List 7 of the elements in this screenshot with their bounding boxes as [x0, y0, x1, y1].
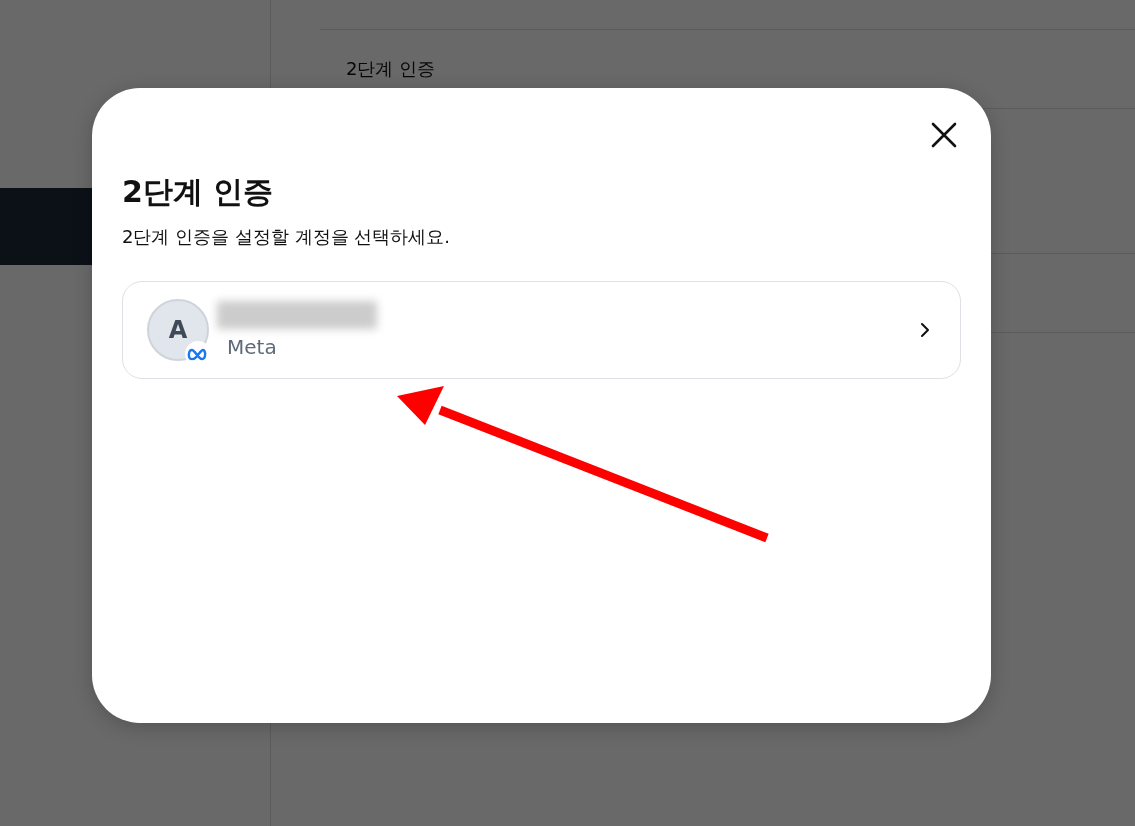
- dialog-title: 2단계 인증: [122, 173, 275, 211]
- close-icon: [931, 122, 957, 148]
- dialog-subtitle: 2단계 인증을 설정할 계정을 선택하세요.: [122, 225, 452, 249]
- account-provider: Meta: [227, 335, 278, 359]
- settings-row-label: 2단계 인증: [346, 57, 436, 81]
- chevron-right-icon: [920, 322, 930, 338]
- account-item[interactable]: A Meta: [122, 281, 961, 379]
